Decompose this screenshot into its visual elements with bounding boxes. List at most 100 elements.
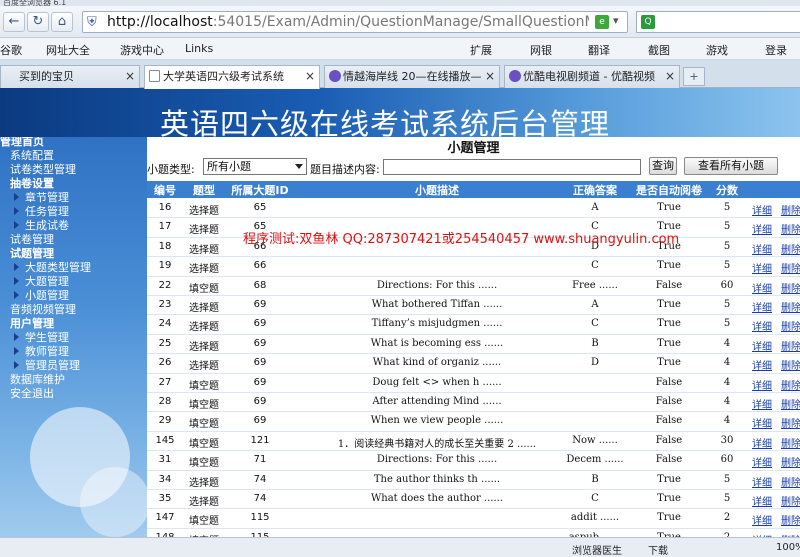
new-tab-button[interactable]: + <box>683 67 705 86</box>
delete-link[interactable]: 删除 <box>781 221 800 236</box>
back-icon[interactable]: ← <box>3 12 25 32</box>
detail-link[interactable]: 详细 <box>749 377 775 392</box>
browser-doctor[interactable]: 浏览器医生 <box>572 542 622 557</box>
table-row: 24 选择题 69 Tiffany’s misjudgmen ...... C True 5… <box>147 315 800 335</box>
tab-youku[interactable]: 优酷电视剧频道 - 优酷视频 × <box>504 65 680 88</box>
detail-link[interactable]: 详细 <box>749 241 775 256</box>
url-text[interactable]: http://localhost:54015/Exam/Admin/Questi… <box>107 14 589 31</box>
view-all-button[interactable]: 查看所有小题 <box>684 157 778 175</box>
sidebar-item-teachers[interactable]: 教师管理 <box>14 345 69 359</box>
sidebar-item-logout[interactable]: 安全退出 <box>10 387 54 401</box>
toolbar-extensions[interactable]: 扩展 <box>470 42 492 58</box>
delete-link[interactable]: 删除 <box>781 474 800 489</box>
cell-big_id: 115 <box>250 512 270 524</box>
cell-score: 5 <box>723 473 731 485</box>
detail-link[interactable]: 详细 <box>749 202 775 217</box>
query-button[interactable]: 查询 <box>649 157 677 175</box>
sidebar-item-questions[interactable]: 试题管理 <box>10 247 54 261</box>
col-type: 题型 <box>193 184 215 197</box>
sidebar-item-tasks[interactable]: 任务管理 <box>14 205 69 219</box>
fav-sites[interactable]: 网址大全 <box>46 42 90 58</box>
table-row: 22 填空题 68 Directions: For this ...... Free .… <box>147 277 800 296</box>
download-button[interactable]: 下载 <box>648 542 668 557</box>
type-select[interactable]: 所有小题 <box>203 158 307 175</box>
delete-link[interactable]: 删除 <box>781 318 800 333</box>
fav-games[interactable]: 游戏中心 <box>120 42 164 58</box>
detail-link[interactable]: 详细 <box>749 299 775 314</box>
delete-link[interactable]: 删除 <box>781 357 800 372</box>
sidebar-item-users[interactable]: 用户管理 <box>10 317 54 331</box>
delete-link[interactable]: 删除 <box>781 493 800 508</box>
toolbar-bank[interactable]: 网银 <box>530 42 552 58</box>
detail-link[interactable]: 详细 <box>749 280 775 295</box>
delete-link[interactable]: 删除 <box>781 338 800 353</box>
sidebar-item-admins[interactable]: 管理员管理 <box>14 359 80 373</box>
search-box[interactable]: Q <box>636 11 800 33</box>
delete-link[interactable]: 删除 <box>781 241 800 256</box>
delete-link[interactable]: 删除 <box>781 454 800 469</box>
delete-link[interactable]: 删除 <box>781 396 800 411</box>
cell-auto: True <box>657 318 681 330</box>
cell-id: 19 <box>158 260 172 272</box>
delete-link[interactable]: 删除 <box>781 299 800 314</box>
detail-link[interactable]: 详细 <box>749 221 775 236</box>
chevron-down-icon <box>295 164 303 169</box>
sidebar-item-db[interactable]: 数据库维护 <box>10 373 65 387</box>
close-icon[interactable]: × <box>305 66 315 87</box>
detail-link[interactable]: 详细 <box>749 435 775 450</box>
delete-link[interactable]: 删除 <box>781 280 800 295</box>
sidebar: 管理首页 系统配置 试卷类型管理 抽卷设置 章节管理 任务管理 生成试卷 试卷管… <box>0 137 147 557</box>
sidebar-item-config[interactable]: 系统配置 <box>10 149 54 163</box>
detail-link[interactable]: 详细 <box>749 318 775 333</box>
delete-link[interactable]: 删除 <box>781 202 800 217</box>
sidebar-item-big-questions[interactable]: 大题管理 <box>14 275 69 289</box>
desc-input[interactable] <box>383 159 641 175</box>
sidebar-item-home[interactable]: 管理首页 <box>0 137 44 149</box>
page-icon <box>149 70 160 82</box>
detail-link[interactable]: 详细 <box>749 357 775 372</box>
toolbar-screenshot[interactable]: 截图 <box>648 42 670 58</box>
delete-link[interactable]: 删除 <box>781 435 800 450</box>
sidebar-item-generate[interactable]: 生成试卷 <box>14 219 69 233</box>
tab-exam-system[interactable]: 大学英语四六级考试系统 × <box>144 65 320 89</box>
refresh-icon[interactable]: ↻ <box>27 12 49 32</box>
delete-link[interactable]: 删除 <box>781 377 800 392</box>
detail-link[interactable]: 详细 <box>749 338 775 353</box>
fav-google[interactable]: 谷歌 <box>0 42 22 58</box>
detail-link[interactable]: 详细 <box>749 454 775 469</box>
sidebar-item-draw-settings[interactable]: 抽卷设置 <box>10 177 54 191</box>
zoom-level[interactable]: 100% <box>776 542 800 553</box>
detail-link[interactable]: 详细 <box>749 396 775 411</box>
sidebar-item-small-questions[interactable]: 小题管理 <box>14 289 69 303</box>
toolbar-login[interactable]: 登录 <box>765 42 787 58</box>
chevron-down-icon[interactable]: ▾ <box>613 14 619 27</box>
toolbar-translate[interactable]: 翻译 <box>588 42 610 58</box>
delete-link[interactable]: 删除 <box>781 260 800 275</box>
sidebar-item-chapters[interactable]: 章节管理 <box>14 191 69 205</box>
sidebar-item-papers[interactable]: 试卷管理 <box>10 233 54 247</box>
tab-baobei[interactable]: 买到的宝贝 × <box>0 65 140 88</box>
tab-video[interactable]: 情越海岸线 20—在线播放— × <box>324 65 500 88</box>
address-bar[interactable]: ⛨ http://localhost:54015/Exam/Admin/Ques… <box>82 11 628 33</box>
detail-link[interactable]: 详细 <box>749 260 775 275</box>
fav-links[interactable]: Links <box>185 42 213 55</box>
detail-link[interactable]: 详细 <box>749 415 775 430</box>
table-row: 34 选择题 74 The author thinks th ...... B True 5… <box>147 471 800 490</box>
detail-link[interactable]: 详细 <box>749 474 775 489</box>
detail-link[interactable]: 详细 <box>749 493 775 508</box>
sidebar-item-paper-types[interactable]: 试卷类型管理 <box>10 163 76 177</box>
cell-score: 5 <box>723 221 731 233</box>
sidebar-item-students[interactable]: 学生管理 <box>14 331 69 345</box>
toolbar-games[interactable]: 游戏 <box>706 42 728 58</box>
detail-link[interactable]: 详细 <box>749 512 775 527</box>
search-engine-icon[interactable]: Q <box>641 15 655 29</box>
sidebar-item-big-types[interactable]: 大题类型管理 <box>14 261 91 275</box>
cell-answer: addit ...... <box>570 512 620 524</box>
ie-mode-icon[interactable]: e <box>595 15 609 29</box>
video-icon <box>329 70 341 82</box>
sidebar-item-media[interactable]: 音频视频管理 <box>10 303 76 317</box>
delete-link[interactable]: 删除 <box>781 415 800 430</box>
home-icon[interactable]: ⌂ <box>51 12 73 32</box>
delete-link[interactable]: 删除 <box>781 512 800 527</box>
cell-desc: What is becoming ess ...... <box>370 337 504 349</box>
